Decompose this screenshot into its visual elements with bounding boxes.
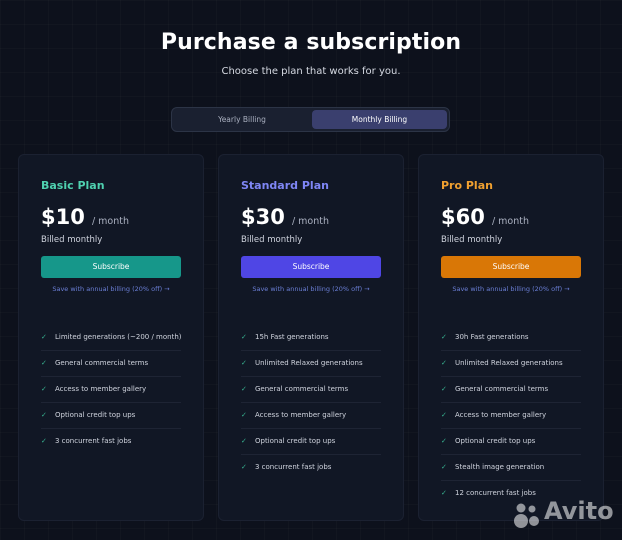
feature-item: ✓ Access to member gallery <box>241 403 381 429</box>
check-icon: ✓ <box>441 359 447 367</box>
plan-name: Standard Plan <box>241 179 329 192</box>
plan-price-period: / month <box>291 216 329 227</box>
feature-label: General commercial terms <box>455 385 549 393</box>
subscribe-button[interactable]: Subscribe <box>241 256 381 278</box>
check-icon: ✓ <box>241 437 247 445</box>
plan-price-period: / month <box>91 216 129 227</box>
billing-toggle: Yearly Billing Monthly Billing <box>171 107 450 132</box>
check-icon: ✓ <box>241 359 247 367</box>
feature-label: Access to member gallery <box>55 385 147 393</box>
feature-label: Access to member gallery <box>255 411 347 419</box>
feature-label: Unlimited Relaxed generations <box>255 359 363 367</box>
avito-watermark: Avito <box>514 497 614 528</box>
plan-price: $10 <box>41 205 85 229</box>
price-row: $10 / month <box>41 205 129 229</box>
check-icon: ✓ <box>441 489 447 497</box>
subscribe-button[interactable]: Subscribe <box>441 256 581 278</box>
plan-card-pro: Pro Plan $60 / month Billed monthly Subs… <box>418 154 604 521</box>
check-icon: ✓ <box>241 463 247 471</box>
billing-cycle-text: Billed monthly <box>241 235 303 245</box>
feature-item: ✓ Limited generations (~200 / month) <box>41 325 182 351</box>
feature-item: ✓ 3 concurrent fast jobs <box>241 455 381 480</box>
feature-item: ✓ Optional credit top ups <box>41 403 181 429</box>
check-icon: ✓ <box>41 437 47 445</box>
check-icon: ✓ <box>441 333 447 341</box>
feature-label: Unlimited Relaxed generations <box>455 359 563 367</box>
avito-dots-logo-icon <box>514 503 539 528</box>
check-icon: ✓ <box>41 333 47 341</box>
yearly-billing-tab[interactable]: Yearly Billing <box>174 110 310 129</box>
feature-item: ✓ Access to member gallery <box>41 377 181 403</box>
price-row: $30 / month <box>241 205 329 229</box>
annual-billing-link[interactable]: Save with annual billing (20% off) → <box>29 285 193 293</box>
monthly-billing-tab[interactable]: Monthly Billing <box>312 110 447 129</box>
feature-label: 12 concurrent fast jobs <box>455 489 536 497</box>
check-icon: ✓ <box>441 437 447 445</box>
feature-item: ✓ Optional credit top ups <box>241 429 381 455</box>
billing-cycle-text: Billed monthly <box>41 235 103 245</box>
plan-price: $60 <box>441 205 485 229</box>
feature-label: 3 concurrent fast jobs <box>55 437 132 445</box>
plan-card-basic: Basic Plan $10 / month Billed monthly Su… <box>18 154 204 521</box>
feature-label: Optional credit top ups <box>255 437 336 445</box>
annual-billing-link[interactable]: Save with annual billing (20% off) → <box>229 285 393 293</box>
feature-label: Optional credit top ups <box>55 411 136 419</box>
feature-item: ✓ General commercial terms <box>241 377 381 403</box>
watermark-text: Avito <box>544 497 614 525</box>
subscribe-button[interactable]: Subscribe <box>41 256 181 278</box>
check-icon: ✓ <box>41 385 47 393</box>
feature-item: ✓ General commercial terms <box>441 377 581 403</box>
plan-name: Pro Plan <box>441 179 493 192</box>
check-icon: ✓ <box>441 411 447 419</box>
feature-list: ✓ 15h Fast generations ✓ Unlimited Relaxed… <box>241 325 381 480</box>
check-icon: ✓ <box>241 333 247 341</box>
plan-price-period: / month <box>491 216 529 227</box>
feature-item: ✓ 3 concurrent fast jobs <box>41 429 181 454</box>
feature-item: ✓ Stealth image generation <box>441 455 581 481</box>
plan-card-standard: Standard Plan $30 / month Billed monthly… <box>218 154 404 521</box>
check-icon: ✓ <box>441 385 447 393</box>
feature-label: Stealth image generation <box>455 463 545 471</box>
check-icon: ✓ <box>41 359 47 367</box>
page-title: Purchase a subscription <box>160 30 462 55</box>
feature-label: General commercial terms <box>55 359 149 367</box>
check-icon: ✓ <box>41 411 47 419</box>
feature-item: ✓ Unlimited Relaxed generations <box>241 351 381 377</box>
feature-list: ✓ 30h Fast generations ✓ Unlimited Relaxed… <box>441 325 581 506</box>
check-icon: ✓ <box>441 463 447 471</box>
feature-item: ✓ Optional credit top ups <box>441 429 581 455</box>
feature-item: ✓ 30h Fast generations <box>441 325 581 351</box>
plan-name: Basic Plan <box>41 179 105 192</box>
page-subtitle: Choose the plan that works for you. <box>221 66 401 77</box>
feature-item: ✓ Unlimited Relaxed generations <box>441 351 581 377</box>
price-row: $60 / month <box>441 205 529 229</box>
feature-label: Limited generations (~200 / month) <box>55 333 182 341</box>
feature-item: ✓ Access to member gallery <box>441 403 581 429</box>
check-icon: ✓ <box>241 385 247 393</box>
feature-label: General commercial terms <box>255 385 349 393</box>
feature-item: ✓ 15h Fast generations <box>241 325 381 351</box>
feature-item: ✓ General commercial terms <box>41 351 181 377</box>
feature-label: Access to member gallery <box>455 411 547 419</box>
feature-label: 15h Fast generations <box>255 333 329 341</box>
feature-label: 3 concurrent fast jobs <box>255 463 332 471</box>
feature-list: ✓ Limited generations (~200 / month) ✓ Gen… <box>41 325 182 454</box>
plan-price: $30 <box>241 205 285 229</box>
feature-label: Optional credit top ups <box>455 437 536 445</box>
feature-label: 30h Fast generations <box>455 333 529 341</box>
check-icon: ✓ <box>241 411 247 419</box>
billing-cycle-text: Billed monthly <box>441 235 503 245</box>
annual-billing-link[interactable]: Save with annual billing (20% off) → <box>429 285 593 293</box>
